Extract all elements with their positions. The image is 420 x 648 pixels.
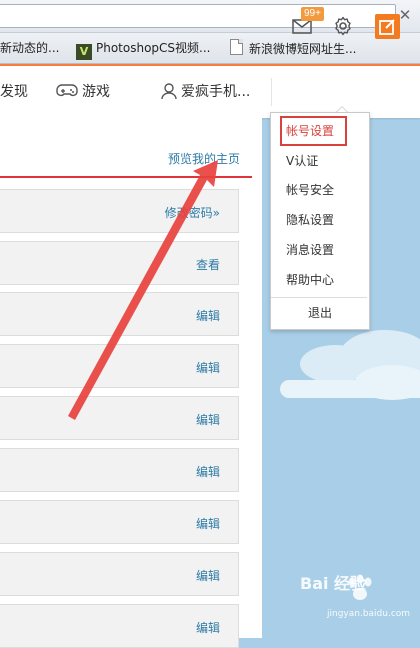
watermark-text: Bai 经验 — [300, 574, 367, 593]
annotation-arrow — [68, 160, 218, 420]
watermark-url: jingyan.baidu.com — [327, 609, 411, 619]
